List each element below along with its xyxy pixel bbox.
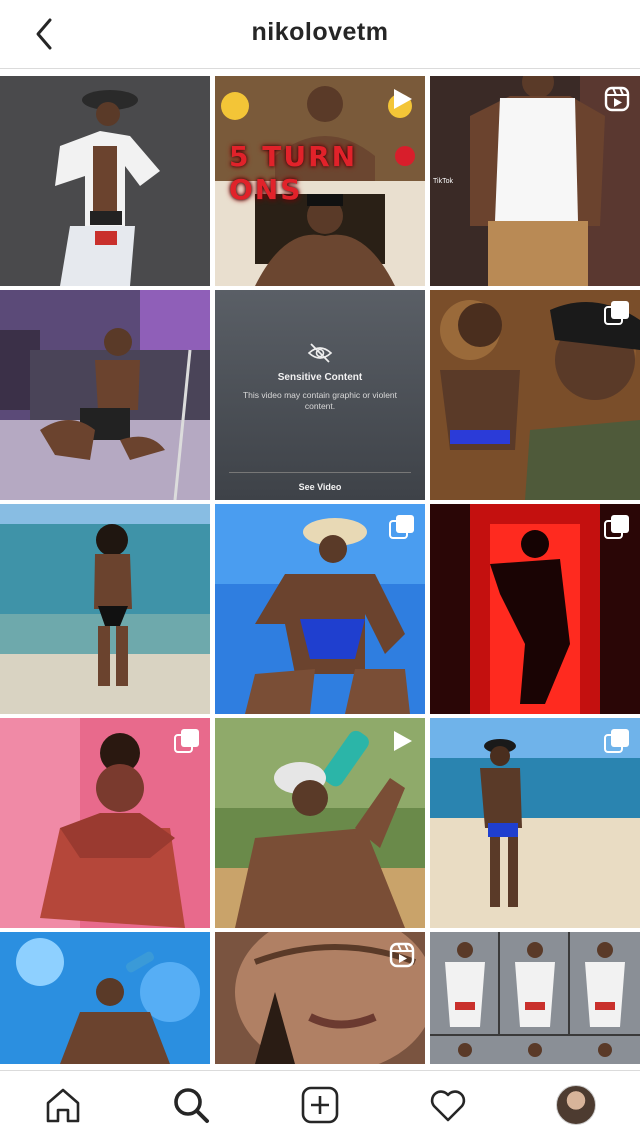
tiktok-watermark: TikTok <box>433 178 453 185</box>
post-tile[interactable] <box>0 76 210 286</box>
post-tile[interactable] <box>0 504 210 714</box>
post-tile[interactable] <box>430 290 640 500</box>
post-thumbnail <box>430 932 640 1064</box>
post-tile[interactable] <box>430 932 640 1064</box>
post-tile[interactable]: 5 TURN ONS <box>215 76 425 286</box>
video-overlay-text: 5 TURN ONS <box>229 140 358 206</box>
page-title: nikolovetm <box>251 18 389 46</box>
play-icon <box>394 89 412 109</box>
tab-new-post[interactable] <box>300 1085 340 1125</box>
carousel-icon <box>604 515 629 539</box>
carousel-icon <box>389 515 414 539</box>
reels-icon <box>604 86 630 112</box>
eye-slash-icon <box>307 343 333 363</box>
post-tile[interactable] <box>430 504 640 714</box>
play-icon <box>394 731 412 751</box>
post-tile[interactable]: TikTok <box>430 76 640 286</box>
post-thumbnail <box>0 932 210 1064</box>
post-tile[interactable] <box>215 932 425 1064</box>
tab-activity[interactable] <box>428 1085 468 1125</box>
post-thumbnail <box>0 504 210 714</box>
post-tile[interactable] <box>215 504 425 714</box>
carousel-icon <box>604 301 629 325</box>
post-tile[interactable] <box>0 932 210 1064</box>
bottom-tab-bar <box>0 1070 640 1139</box>
top-bar: nikolovetm <box>0 0 640 69</box>
see-video-button[interactable]: See Video <box>215 482 425 492</box>
post-tile[interactable] <box>215 718 425 928</box>
tab-home[interactable] <box>43 1085 83 1125</box>
carousel-icon <box>604 729 629 753</box>
carousel-icon <box>174 729 199 753</box>
post-tile[interactable] <box>0 290 210 500</box>
reels-icon <box>389 942 415 968</box>
post-thumbnail <box>0 76 210 286</box>
post-thumbnail <box>0 290 210 500</box>
post-tile[interactable] <box>0 718 210 928</box>
sensitive-title: Sensitive Content <box>277 372 363 383</box>
search-icon <box>174 1088 209 1123</box>
new-post-icon <box>301 1086 339 1124</box>
posts-grid: 5 TURN ONS TikTok Sensitive Content This… <box>0 76 640 1068</box>
profile-avatar[interactable] <box>556 1085 596 1125</box>
sensitive-description: This video may contain graphic or violen… <box>242 390 398 411</box>
home-icon <box>46 1088 80 1123</box>
tab-search[interactable] <box>171 1085 211 1125</box>
divider <box>229 472 411 473</box>
activity-heart-icon <box>430 1090 466 1122</box>
sensitive-content-tile[interactable]: Sensitive Content This video may contain… <box>215 290 425 500</box>
post-tile[interactable] <box>430 718 640 928</box>
